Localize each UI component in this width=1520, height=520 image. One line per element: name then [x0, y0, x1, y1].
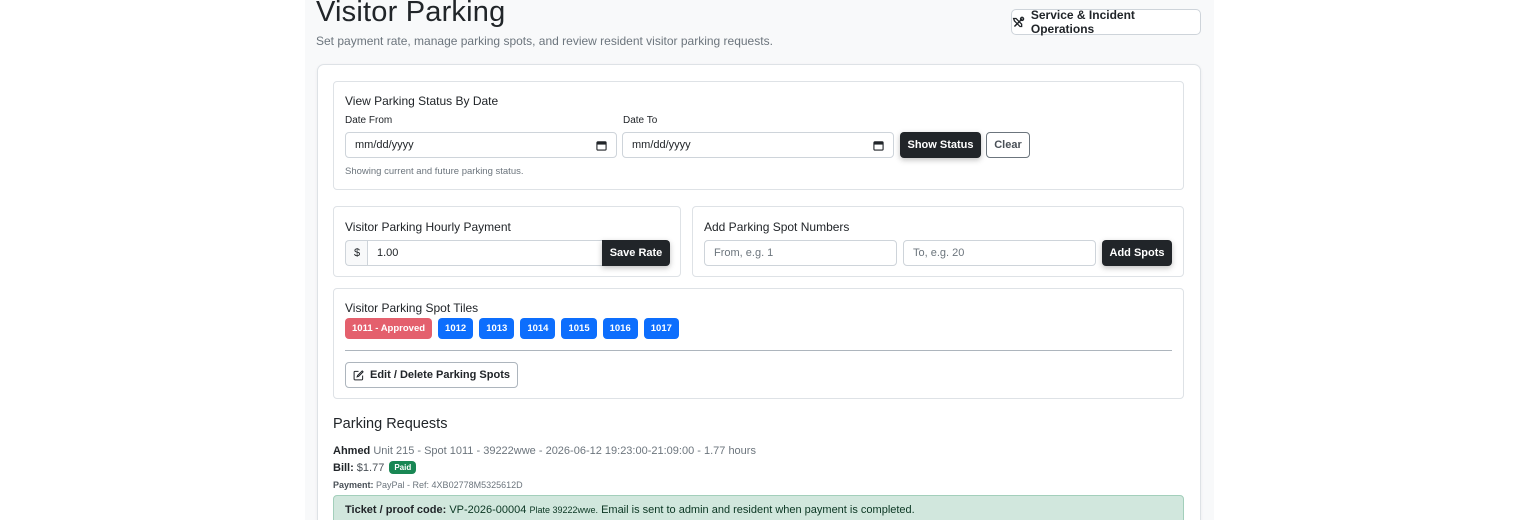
request-payment: Payment: PayPal - Ref: 4XB02778M5325612D — [333, 480, 523, 490]
spot-tile-1017[interactable]: 1017 — [643, 318, 679, 339]
edit-delete-spots-button[interactable]: Edit / Delete Parking Spots — [345, 362, 518, 388]
status-badge: Paid — [389, 461, 417, 474]
spot-from-input[interactable]: From, e.g. 1 — [704, 240, 897, 266]
save-rate-button[interactable]: Save Rate — [602, 240, 670, 266]
date-from-label: Date From — [345, 115, 393, 126]
parking-requests-title: Parking Requests — [333, 416, 448, 432]
service-incident-operations-button[interactable]: Service & Incident Operations — [1011, 8, 1201, 36]
spot-tile-1016[interactable]: 1016 — [602, 318, 638, 339]
hourly-payment-title: Visitor Parking Hourly Payment — [345, 220, 511, 234]
tools-icon — [1012, 16, 1025, 27]
clear-button[interactable]: Clear — [986, 132, 1030, 158]
status-panel-title: View Parking Status By Date — [345, 94, 499, 108]
spot-tile-1012[interactable]: 1012 — [438, 318, 474, 339]
calendar-icon[interactable] — [873, 140, 884, 151]
ticket-code: VP-2026-00004 — [449, 504, 527, 516]
request-bill: Bill: $1.77 Paid — [333, 461, 417, 474]
page-subtitle: Set payment rate, manage parking spots, … — [316, 34, 773, 48]
ops-button-label: Service & Incident Operations — [1030, 8, 1135, 36]
spot-tile-1014[interactable]: 1014 — [520, 318, 556, 339]
bill-amount: $1.77 — [356, 461, 385, 474]
add-spots-title: Add Parking Spot Numbers — [704, 220, 850, 234]
request-details: Unit 215 - Spot 1011 - 39222wwe - 2026-0… — [373, 445, 756, 457]
spot-tiles-title: Visitor Parking Spot Tiles — [345, 301, 479, 315]
request-summary: Ahmed Unit 215 - Spot 1011 - 39222wwe - … — [333, 445, 756, 457]
tiles-divider — [345, 350, 1172, 351]
edit-icon — [353, 369, 364, 380]
date-to-value: mm/dd/yyyy — [632, 139, 691, 151]
date-from-value: mm/dd/yyyy — [355, 139, 414, 151]
spot-tile-1013[interactable]: 1013 — [479, 318, 515, 339]
status-hint: Showing current and future parking statu… — [345, 166, 524, 177]
calendar-icon[interactable] — [596, 140, 607, 151]
ticket-alert: Ticket / proof code: VP-2026-00004 Plate… — [333, 495, 1184, 520]
show-status-button[interactable]: Show Status — [900, 132, 981, 158]
payment-value: PayPal - Ref: 4XB02778M5325612D — [376, 480, 523, 490]
ticket-plate: Plate 39222wwe. — [529, 505, 598, 515]
spot-to-input[interactable]: To, e.g. 20 — [903, 240, 1096, 266]
spot-tile-1015[interactable]: 1015 — [561, 318, 597, 339]
date-to-input[interactable]: mm/dd/yyyy — [622, 132, 894, 158]
ticket-label: Ticket / proof code: — [345, 504, 447, 516]
hourly-rate-input[interactable]: 1.00 — [367, 240, 603, 266]
bill-label: Bill: — [333, 461, 354, 474]
edit-button-label: Edit / Delete Parking Spots — [370, 369, 510, 381]
page-title: Visitor Parking — [316, 0, 506, 28]
payment-label: Payment: — [333, 480, 374, 490]
date-to-label: Date To — [623, 115, 658, 126]
resident-name: Ahmed — [333, 445, 371, 457]
add-spots-button[interactable]: Add Spots — [1102, 240, 1172, 266]
currency-prefix: $ — [345, 240, 368, 266]
date-from-input[interactable]: mm/dd/yyyy — [345, 132, 617, 158]
spot-tile-1011[interactable]: 1011 - Approved — [345, 318, 433, 339]
spot-tiles: 1011 - Approved 1012 1013 1014 1015 1016… — [345, 318, 679, 339]
ticket-note: Email is sent to admin and resident when… — [601, 504, 915, 516]
